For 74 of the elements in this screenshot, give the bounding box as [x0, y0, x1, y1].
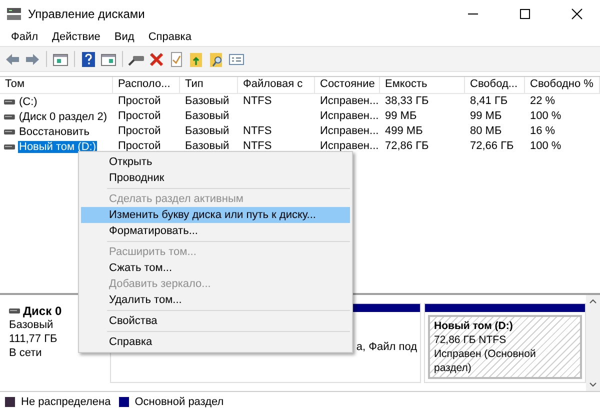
- column-header[interactable]: Свободно %: [525, 77, 600, 93]
- context-menu-item[interactable]: Проводник: [81, 170, 350, 186]
- menu-item[interactable]: Действие: [45, 31, 108, 43]
- scroll-up-icon[interactable]: [589, 299, 597, 304]
- disk-name: Диск 0: [23, 304, 62, 318]
- column-header[interactable]: Тип: [180, 77, 238, 93]
- context-menu-item[interactable]: Сжать том...: [81, 260, 350, 276]
- table-cell: Базовый: [185, 95, 230, 107]
- table-cell: Исправен...: [320, 95, 379, 107]
- checked-document-icon[interactable]: [168, 50, 185, 68]
- table-cell: NTFS: [243, 140, 272, 152]
- disk-type: Базовый: [9, 318, 54, 332]
- column-header[interactable]: Емкость: [380, 77, 465, 93]
- partition-block[interactable]: Новый том (D:) 72,86 ГБ NTFS Исправен (Основной раздел): [424, 303, 586, 383]
- partition-info: а, Файл под: [356, 340, 417, 354]
- context-menu-item[interactable]: Изменить букву диска или путь к диску...: [81, 207, 350, 223]
- scroll-down-icon[interactable]: [589, 382, 597, 387]
- table-cell: 80 МБ: [470, 125, 502, 137]
- scrollbar[interactable]: [586, 295, 600, 391]
- menu-item[interactable]: Вид: [107, 31, 142, 43]
- context-menu-item[interactable]: Свойства: [81, 313, 350, 329]
- column-header[interactable]: Свобод...: [465, 77, 525, 93]
- column-header[interactable]: Том: [0, 77, 113, 93]
- table-cell: Простой: [118, 95, 161, 107]
- context-menu-item[interactable]: Форматировать...: [81, 223, 350, 239]
- table-cell: 99 МБ: [385, 110, 417, 122]
- table-cell: Простой: [118, 125, 161, 137]
- partition-info: Исправен (Основной раздел): [434, 347, 537, 375]
- table-cell: 100 %: [530, 140, 562, 152]
- close-icon[interactable]: [571, 8, 583, 20]
- table-cell: Базовый: [185, 140, 230, 152]
- volume-name[interactable]: (Диск 0 раздел 2): [18, 110, 108, 122]
- table-cell: 16 %: [530, 125, 556, 137]
- table-cell: Исправен...: [320, 110, 379, 122]
- table-cell: NTFS: [243, 125, 272, 137]
- table-cell: Простой: [118, 140, 161, 152]
- column-header[interactable]: Располо...: [113, 77, 180, 93]
- maximize-icon[interactable]: [519, 8, 531, 20]
- legend-label: Основной раздел: [134, 396, 224, 408]
- table-cell: 99 МБ: [470, 110, 502, 122]
- folder-up-icon[interactable]: [188, 50, 205, 68]
- table-cell: NTFS: [243, 95, 272, 107]
- legend-label: Не распределена: [21, 396, 111, 408]
- table-cell: 72,66 ГБ: [470, 140, 514, 152]
- table-cell: Простой: [118, 110, 161, 122]
- disk-size: 111,77 ГБ: [9, 332, 58, 346]
- context-menu-item[interactable]: Удалить том...: [81, 292, 350, 308]
- menu-item[interactable]: Файл: [4, 31, 46, 43]
- disk-management-icon: [6, 7, 22, 21]
- window-title: Управление дисками: [28, 7, 146, 21]
- help-icon[interactable]: [80, 50, 97, 68]
- menu-item[interactable]: Справка: [141, 31, 198, 43]
- partition-info: 72,86 ГБ NTFS: [434, 333, 508, 347]
- partition-title: Новый том (D:): [434, 319, 514, 333]
- table-cell: 38,33 ГБ: [385, 95, 429, 107]
- volume-name[interactable]: Новый том (D:): [18, 140, 97, 152]
- table-cell: Исправен...: [320, 140, 379, 152]
- table-cell: 8,41 ГБ: [470, 95, 508, 107]
- delete-icon[interactable]: [148, 50, 165, 68]
- table-cell: 100 %: [530, 110, 562, 122]
- context-menu-item[interactable]: Справка: [81, 334, 350, 350]
- column-header[interactable]: Файловая с: [238, 77, 315, 93]
- table-cell: 72,86 ГБ: [385, 140, 429, 152]
- table-cell: 499 МБ: [385, 125, 423, 137]
- disk-status: В сети: [9, 346, 43, 360]
- volume-name[interactable]: (C:): [18, 96, 38, 108]
- table-cell: Базовый: [185, 110, 230, 122]
- volume-name[interactable]: Восстановить: [18, 126, 90, 138]
- table-cell: Исправен...: [320, 125, 379, 137]
- table-cell: Базовый: [185, 125, 230, 137]
- table-cell: 22 %: [530, 95, 556, 107]
- folder-search-icon[interactable]: [208, 50, 225, 68]
- context-menu-item[interactable]: Открыть: [81, 154, 350, 170]
- column-header[interactable]: Состояние: [315, 77, 380, 93]
